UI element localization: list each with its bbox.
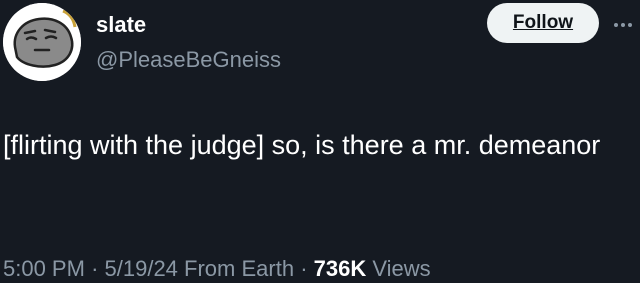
views-count[interactable]: 736K	[314, 256, 367, 281]
display-name[interactable]: slate	[96, 12, 146, 38]
views-label: Views	[372, 256, 431, 281]
tweet-text: [flirting with the judge] so, is there a…	[3, 130, 601, 160]
more-options-icon[interactable]	[614, 20, 640, 30]
dot	[628, 23, 632, 27]
tweet-time[interactable]: 5:00 PM	[3, 256, 85, 281]
avatar[interactable]	[3, 3, 81, 81]
tweet-card: slate @PleaseBeGneiss Follow [flirting w…	[0, 0, 640, 283]
rock-face-icon	[3, 3, 81, 81]
dot	[614, 23, 618, 27]
tweet-source: From Earth	[184, 256, 295, 281]
tweet-meta: 5:00 PM · 5/19/24 From Earth · 736K View…	[3, 255, 431, 283]
tweet-date[interactable]: 5/19/24	[105, 256, 178, 281]
follow-button[interactable]: Follow	[487, 3, 599, 43]
user-handle[interactable]: @PleaseBeGneiss	[96, 47, 281, 73]
dot	[621, 23, 625, 27]
meta-separator: ·	[91, 256, 99, 281]
meta-separator: ·	[300, 256, 308, 281]
